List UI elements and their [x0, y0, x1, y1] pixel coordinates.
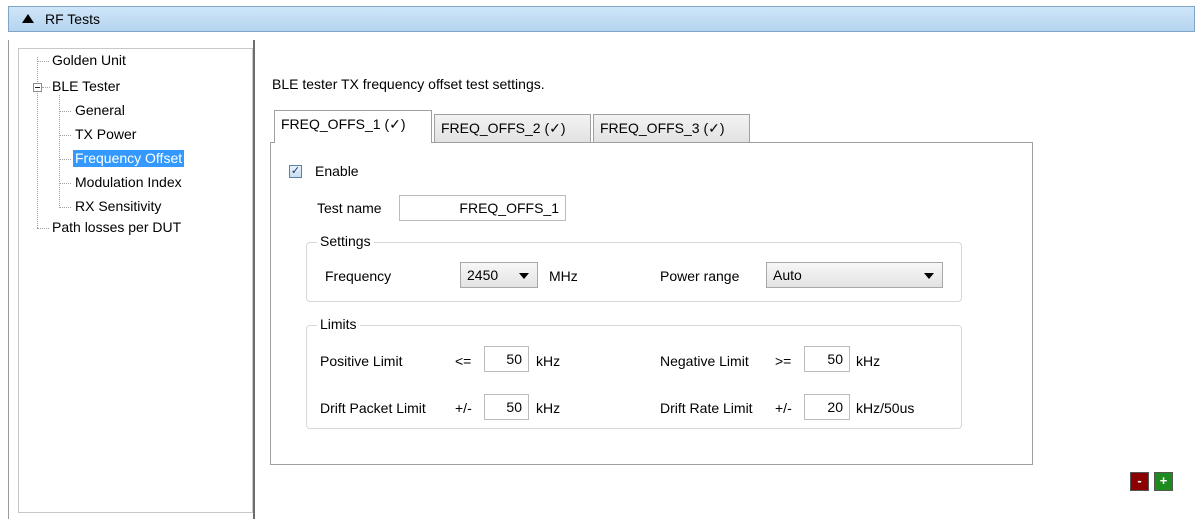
frequency-label: Frequency — [325, 268, 392, 284]
frequency-select[interactable]: 2450 — [460, 262, 538, 288]
remove-test-button[interactable]: - — [1130, 472, 1149, 491]
frequency-unit: MHz — [549, 268, 578, 284]
collapse-icon[interactable] — [33, 83, 42, 92]
tree-connector — [59, 207, 71, 208]
tab-freq-offs-3[interactable]: FREQ_OFFS_3 (✓) — [593, 114, 750, 142]
drift-rate-limit-input[interactable]: 20 — [804, 394, 850, 420]
tree-connector — [59, 159, 71, 160]
tree-connector — [42, 87, 50, 88]
power-range-label: Power range — [660, 268, 740, 284]
tree-connector — [59, 183, 71, 184]
tree-connector — [59, 111, 71, 112]
tree-item-general[interactable]: General — [75, 102, 125, 119]
tab-freq-offs-2[interactable]: FREQ_OFFS_2 (✓) — [434, 114, 591, 142]
negative-limit-operator: >= — [775, 353, 792, 369]
collapse-arrow-icon[interactable] — [22, 14, 34, 23]
positive-limit-operator: <= — [455, 353, 472, 369]
negative-limit-input[interactable]: 50 — [804, 346, 850, 372]
positive-limit-label: Positive Limit — [320, 353, 403, 369]
section-description: BLE tester TX frequency offset test sett… — [272, 76, 545, 92]
test-name-input[interactable]: FREQ_OFFS_1 — [399, 195, 566, 221]
rf-tests-header[interactable]: RF Tests — [8, 6, 1195, 32]
tree-connector — [37, 61, 49, 62]
power-range-select[interactable]: Auto — [766, 262, 943, 288]
header-title: RF Tests — [45, 11, 100, 27]
limits-group-title: Limits — [317, 316, 360, 332]
tree-item-golden-unit[interactable]: Golden Unit — [52, 52, 126, 69]
positive-limit-unit: kHz — [536, 353, 561, 369]
add-test-button[interactable]: + — [1154, 472, 1173, 491]
tree-panel: Golden Unit BLE Tester General TX Power … — [8, 40, 255, 519]
chevron-down-icon — [924, 273, 934, 279]
chevron-down-icon — [519, 273, 529, 279]
enable-checkbox[interactable]: ✓ — [289, 165, 302, 178]
tab-freq-offs-1[interactable]: FREQ_OFFS_1 (✓) — [274, 110, 432, 143]
tree-connector — [59, 135, 71, 136]
power-range-select-value: Auto — [773, 267, 802, 283]
frequency-select-value: 2450 — [467, 267, 499, 283]
tree-connector — [37, 228, 49, 229]
drift-packet-limit-label: Drift Packet Limit — [320, 400, 426, 416]
positive-limit-input[interactable]: 50 — [484, 346, 529, 372]
enable-label: Enable — [315, 163, 359, 179]
drift-rate-limit-label: Drift Rate Limit — [660, 400, 753, 416]
tree-item-rx-sensitivity[interactable]: RX Sensitivity — [75, 198, 161, 215]
tree-view[interactable]: Golden Unit BLE Tester General TX Power … — [18, 48, 253, 513]
tree-item-modulation-index[interactable]: Modulation Index — [75, 174, 182, 191]
tree-item-ble-tester[interactable]: BLE Tester — [52, 78, 120, 95]
negative-limit-label: Negative Limit — [660, 353, 749, 369]
drift-packet-limit-unit: kHz — [536, 400, 561, 416]
drift-rate-limit-operator: +/- — [775, 400, 792, 416]
tree-item-tx-power[interactable]: TX Power — [75, 126, 136, 143]
settings-group-title: Settings — [317, 233, 374, 249]
drift-rate-limit-unit: kHz/50us — [856, 400, 915, 416]
negative-limit-unit: kHz — [856, 353, 881, 369]
tree-item-frequency-offset[interactable]: Frequency Offset — [73, 150, 185, 167]
tree-item-path-losses[interactable]: Path losses per DUT — [52, 219, 181, 236]
drift-packet-limit-operator: +/- — [455, 400, 472, 416]
drift-packet-limit-input[interactable]: 50 — [484, 394, 529, 420]
test-name-label: Test name — [317, 200, 382, 216]
